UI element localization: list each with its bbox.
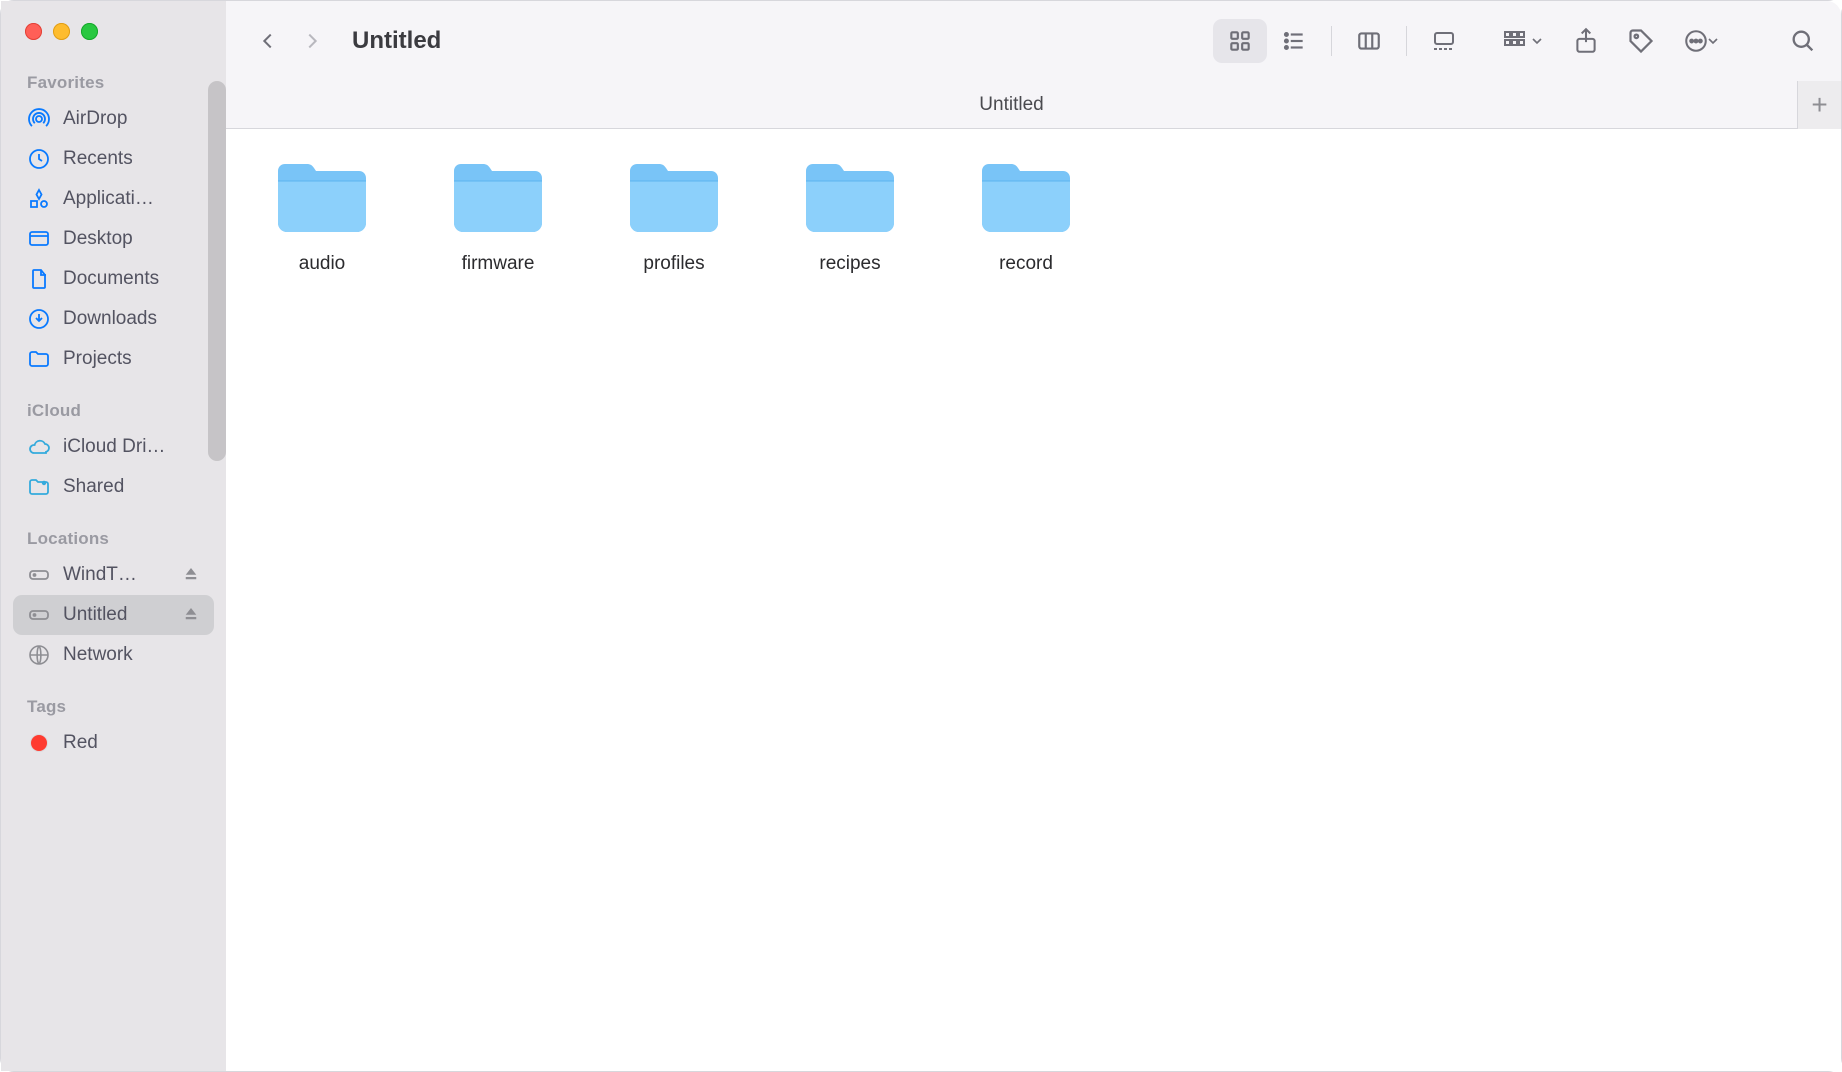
sidebar-item-label: Documents: [63, 268, 202, 290]
sidebar-item-projects[interactable]: Projects: [13, 339, 214, 379]
eject-icon[interactable]: [182, 565, 202, 585]
close-window-button[interactable]: [25, 23, 42, 40]
view-columns-button[interactable]: [1342, 19, 1396, 63]
zoom-window-button[interactable]: [81, 23, 98, 40]
sidebar-item-label: Downloads: [63, 308, 202, 330]
toolbar: Untitled: [226, 1, 1841, 81]
sidebar-scroll: Favorites AirDrop Recents Applicati…: [1, 61, 226, 1071]
window-controls: [1, 1, 226, 61]
sidebar-scrollbar[interactable]: [208, 81, 226, 461]
sidebar-item-desktop[interactable]: Desktop: [13, 219, 214, 259]
folder-label: audio: [299, 253, 346, 275]
document-icon: [27, 267, 51, 291]
sidebar-item-applications[interactable]: Applicati…: [13, 179, 214, 219]
sidebar-item-label: Applicati…: [63, 188, 202, 210]
airdrop-icon: [27, 107, 51, 131]
share-button[interactable]: [1573, 27, 1599, 55]
sidebar-item-documents[interactable]: Documents: [13, 259, 214, 299]
view-icons-button[interactable]: [1213, 19, 1267, 63]
tag-dot-icon: [27, 731, 51, 755]
sidebar-item-label: Desktop: [63, 228, 202, 250]
back-button[interactable]: [250, 23, 286, 59]
icloud-heading: iCloud: [13, 379, 214, 427]
more-menu-button[interactable]: [1683, 28, 1721, 54]
tag-button[interactable]: [1627, 27, 1655, 55]
folder-icon: [800, 157, 900, 237]
sidebar-item-location-untitled[interactable]: Untitled: [13, 595, 214, 635]
sidebar-item-network[interactable]: Network: [13, 635, 214, 675]
sidebar-item-label: Projects: [63, 348, 202, 370]
icon-grid: audio firmware profiles: [258, 157, 1809, 275]
sidebar-item-label: Shared: [63, 476, 202, 498]
sidebar-item-location-windt[interactable]: WindT…: [13, 555, 214, 595]
folder-label: firmware: [462, 253, 535, 275]
toolbar-actions: [1503, 27, 1721, 55]
folder-label: record: [999, 253, 1053, 275]
folder-item[interactable]: recipes: [786, 157, 914, 275]
folder-item[interactable]: profiles: [610, 157, 738, 275]
applications-icon: [27, 187, 51, 211]
path-bar: Untitled +: [226, 81, 1841, 129]
desktop-icon: [27, 227, 51, 251]
window-title: Untitled: [352, 27, 441, 55]
folder-icon: [976, 157, 1076, 237]
download-icon: [27, 307, 51, 331]
sidebar-item-recents[interactable]: Recents: [13, 139, 214, 179]
eject-icon[interactable]: [182, 605, 202, 625]
folder-item[interactable]: firmware: [434, 157, 562, 275]
toolbar-separator: [1406, 26, 1407, 56]
sidebar-item-icloud-drive[interactable]: iCloud Dri…: [13, 427, 214, 467]
folder-icon: [624, 157, 724, 237]
folder-icon: [448, 157, 548, 237]
sidebar-item-label: Red: [63, 732, 202, 754]
favorites-heading: Favorites: [13, 61, 214, 99]
view-switcher: [1209, 15, 1475, 67]
content-area[interactable]: audio firmware profiles: [226, 129, 1841, 1071]
plus-icon: +: [1811, 89, 1827, 121]
main-area: Untitled: [226, 1, 1841, 1071]
tags-heading: Tags: [13, 675, 214, 723]
folder-icon: [272, 157, 372, 237]
folder-label: recipes: [819, 253, 880, 275]
sidebar-item-downloads[interactable]: Downloads: [13, 299, 214, 339]
folder-item[interactable]: audio: [258, 157, 386, 275]
sidebar-item-label: AirDrop: [63, 108, 202, 130]
folder-label: profiles: [643, 253, 704, 275]
folder-item[interactable]: record: [962, 157, 1090, 275]
shared-folder-icon: [27, 475, 51, 499]
locations-heading: Locations: [13, 507, 214, 555]
clock-icon: [27, 147, 51, 171]
forward-button[interactable]: [294, 23, 330, 59]
finder-window: Favorites AirDrop Recents Applicati…: [1, 1, 1841, 1071]
add-button[interactable]: +: [1797, 81, 1841, 129]
path-title: Untitled: [226, 94, 1797, 116]
sidebar-item-shared[interactable]: Shared: [13, 467, 214, 507]
sidebar-item-label: Untitled: [63, 604, 170, 626]
cloud-icon: [27, 435, 51, 459]
sidebar-item-label: iCloud Dri…: [63, 436, 202, 458]
sidebar-item-label: Recents: [63, 148, 202, 170]
minimize-window-button[interactable]: [53, 23, 70, 40]
folder-icon: [27, 347, 51, 371]
sidebar-item-label: Network: [63, 644, 202, 666]
sidebar-item-tag-red[interactable]: Red: [13, 723, 214, 763]
group-menu-button[interactable]: [1503, 29, 1545, 53]
disk-icon: [27, 603, 51, 627]
disk-icon: [27, 563, 51, 587]
search-button[interactable]: [1789, 27, 1817, 55]
toolbar-separator: [1331, 26, 1332, 56]
view-list-button[interactable]: [1267, 19, 1321, 63]
sidebar-item-airdrop[interactable]: AirDrop: [13, 99, 214, 139]
sidebar-item-label: WindT…: [63, 564, 170, 586]
globe-icon: [27, 643, 51, 667]
view-gallery-button[interactable]: [1417, 19, 1471, 63]
sidebar: Favorites AirDrop Recents Applicati…: [1, 1, 226, 1071]
